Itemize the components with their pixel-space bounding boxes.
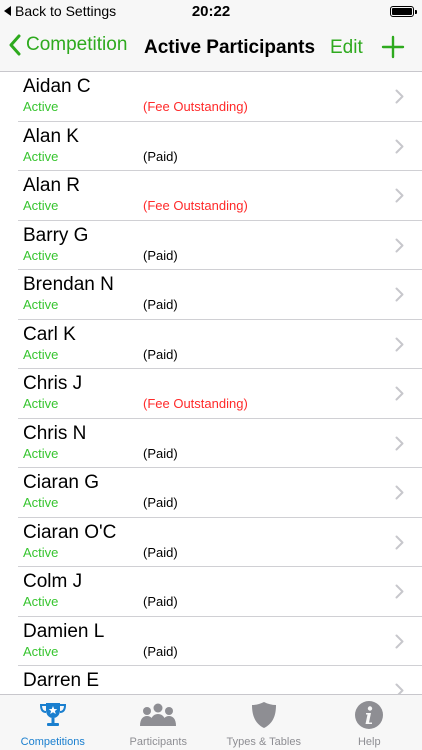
tab-label-help: Help xyxy=(357,736,381,748)
fee-status: (Paid) xyxy=(143,297,178,312)
participant-row[interactable]: Damien L Active (Paid) xyxy=(0,617,422,667)
page-title: Active Participants xyxy=(144,37,316,58)
participant-name: Brendan N xyxy=(23,274,114,295)
fee-status: (Fee Outstanding) xyxy=(143,99,248,114)
tab-label-participants: Participants xyxy=(129,736,187,748)
trophy-icon xyxy=(39,703,66,726)
fee-status: (Paid) xyxy=(143,247,178,263)
participant-status: Active xyxy=(23,99,59,114)
chevron-right-icon xyxy=(395,287,404,302)
participant-name: Alan K xyxy=(23,125,79,147)
participant-row[interactable]: Darren E xyxy=(0,666,422,694)
participant-status: Active xyxy=(23,445,59,461)
participant-status: Active xyxy=(23,247,59,263)
participants-list[interactable]: Aidan C Active (Fee Outstanding) Alan K Acti… xyxy=(0,72,422,694)
people-icon xyxy=(140,703,177,726)
participant-status: Active xyxy=(23,594,59,609)
participant-name: Carl K xyxy=(23,323,76,345)
chevron-right-icon xyxy=(395,337,404,351)
shield-icon xyxy=(251,702,276,728)
participant-status: Active xyxy=(23,148,59,164)
add-participant-button[interactable] xyxy=(381,35,405,64)
chevron-right-icon xyxy=(395,188,404,203)
participant-name: Colm J xyxy=(23,571,83,592)
chevron-right-icon xyxy=(395,634,404,648)
participant-status: Active xyxy=(23,544,59,560)
info-icon xyxy=(355,701,384,729)
back-button-label: Competition xyxy=(26,34,128,55)
participant-status: Active xyxy=(23,297,59,312)
participant-row[interactable]: Ciaran G Active (Paid) xyxy=(0,468,422,518)
participant-name: Chris N xyxy=(23,422,87,444)
chevron-right-icon xyxy=(395,89,404,104)
fee-status: (Fee Outstanding) xyxy=(143,396,248,411)
tab-help[interactable]: Help xyxy=(317,695,422,750)
participant-status: Active xyxy=(23,495,59,510)
tab-types-tables[interactable]: Types & Tables xyxy=(211,695,317,750)
fee-status: (Paid) xyxy=(143,594,178,609)
chevron-right-icon xyxy=(395,386,404,401)
fee-status: (Paid) xyxy=(143,544,178,560)
fee-status: (Paid) xyxy=(143,148,178,164)
participant-name: Darren E xyxy=(23,670,100,691)
fee-status: (Paid) xyxy=(143,495,178,510)
participant-status: Active xyxy=(23,198,59,213)
fee-status: (Fee Outstanding) xyxy=(143,198,248,213)
participant-row[interactable]: Alan R Active (Fee Outstanding) xyxy=(0,171,422,221)
tab-bar: Competitions Participants Types & Tables… xyxy=(0,694,422,750)
battery-icon xyxy=(390,6,417,17)
participant-row[interactable]: Brendan N Active (Paid) xyxy=(0,270,422,320)
participant-row[interactable]: Chris N Active (Paid) xyxy=(0,419,422,469)
status-bar: Back to Settings 20:22 xyxy=(0,0,422,24)
clock: 20:22 xyxy=(191,3,231,20)
participant-name: Ciaran O'C xyxy=(23,521,117,543)
participant-row[interactable]: Colm J Active (Paid) xyxy=(0,567,422,617)
tab-participants[interactable]: Participants xyxy=(106,695,212,750)
tab-label-competitions: Competitions xyxy=(20,736,85,748)
plus-icon xyxy=(381,35,405,59)
chevron-right-icon xyxy=(395,139,404,153)
chevron-right-icon xyxy=(395,683,404,694)
chevron-right-icon xyxy=(395,436,404,450)
chevron-right-icon xyxy=(395,584,404,599)
tab-label-types-tables: Types & Tables xyxy=(226,736,301,748)
participant-row[interactable]: Barry G Active (Paid) xyxy=(0,221,422,271)
fee-status: (Paid) xyxy=(143,643,178,659)
participant-row[interactable]: Carl K Active (Paid) xyxy=(0,320,422,370)
navigation-bar: Competition Active Participants Edit xyxy=(0,24,422,72)
participant-name: Damien L xyxy=(23,620,105,642)
participant-name: Aidan C xyxy=(23,76,91,97)
participant-status: Active xyxy=(23,396,59,411)
participant-row[interactable]: Alan K Active (Paid) xyxy=(0,122,422,172)
edit-button[interactable]: Edit xyxy=(330,37,363,59)
participant-row[interactable]: Aidan C Active (Fee Outstanding) xyxy=(0,72,422,122)
participant-name: Ciaran G xyxy=(23,472,100,493)
participant-name: Alan R xyxy=(23,175,81,196)
participant-row[interactable]: Ciaran O'C Active (Paid) xyxy=(0,518,422,568)
fee-status: (Paid) xyxy=(143,346,178,362)
participant-name: Chris J xyxy=(23,373,83,394)
chevron-right-icon xyxy=(395,535,404,549)
participant-status: Active xyxy=(23,643,59,659)
chevron-right-icon xyxy=(395,485,404,500)
participant-status: Active xyxy=(23,346,59,362)
fee-status: (Paid) xyxy=(143,445,178,461)
chevron-right-icon xyxy=(395,238,404,252)
tab-competitions[interactable]: Competitions xyxy=(0,695,106,750)
participant-name: Barry G xyxy=(23,224,89,246)
participant-row[interactable]: Chris J Active (Fee Outstanding) xyxy=(0,369,422,419)
chevron-left-icon xyxy=(9,34,21,56)
back-button[interactable]: Competition xyxy=(8,34,127,56)
